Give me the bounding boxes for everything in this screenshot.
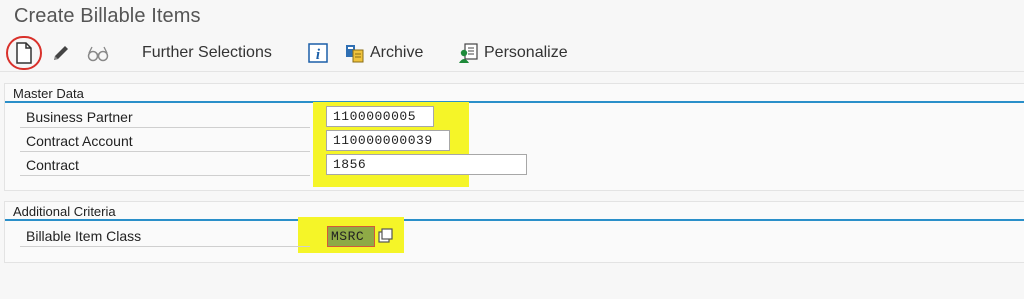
glasses-icon: [86, 42, 110, 64]
personalize-button[interactable]: Personalize: [458, 38, 568, 68]
edit-button[interactable]: [50, 38, 72, 68]
personalize-label: Personalize: [484, 44, 568, 61]
personalize-icon: [458, 42, 480, 64]
billable-item-class-label: Billable Item Class: [26, 228, 142, 244]
archive-icon: [344, 42, 366, 64]
master-data-header: Master Data: [5, 84, 1024, 103]
further-selections-button[interactable]: Further Selections: [142, 38, 272, 68]
application-toolbar: Further Selections i Archive Personalize: [0, 34, 1024, 72]
new-document-icon: [15, 42, 33, 64]
contract-label: Contract: [26, 157, 79, 173]
contract-field[interactable]: 1856: [326, 154, 527, 175]
page-title: Create Billable Items: [14, 5, 201, 27]
info-icon: i: [308, 42, 328, 64]
business-partner-field[interactable]: 1100000005: [326, 106, 434, 127]
contract-account-field[interactable]: 110000000039: [326, 130, 450, 151]
display-button[interactable]: [86, 38, 110, 68]
archive-button[interactable]: Archive: [344, 38, 423, 68]
value-help-icon: [378, 228, 394, 244]
info-button[interactable]: i: [308, 38, 328, 68]
further-selections-label: Further Selections: [142, 44, 272, 61]
additional-criteria-header: Additional Criteria: [5, 202, 1024, 221]
archive-label: Archive: [370, 44, 424, 61]
contract-row: Contract: [20, 154, 310, 176]
business-partner-label: Business Partner: [26, 109, 133, 125]
new-document-button[interactable]: [6, 36, 42, 70]
value-help-button[interactable]: [378, 228, 394, 244]
title-bar: Create Billable Items: [0, 0, 1024, 34]
contract-account-row: Contract Account: [20, 130, 310, 152]
pencil-icon: [50, 42, 72, 64]
billable-item-class-field[interactable]: MSRC: [327, 226, 375, 247]
billable-item-class-row: Billable Item Class: [20, 225, 310, 247]
business-partner-row: Business Partner: [20, 106, 310, 128]
contract-account-label: Contract Account: [26, 133, 133, 149]
